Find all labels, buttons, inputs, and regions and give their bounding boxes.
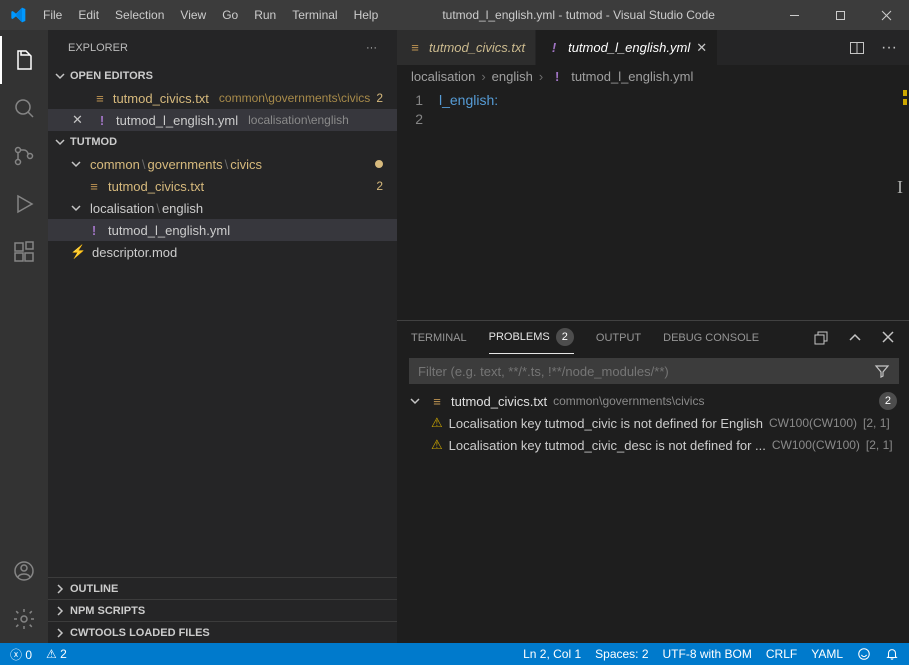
feedback-icon[interactable] — [857, 647, 871, 661]
tab-civics[interactable]: ≡ tutmod_civics.txt — [397, 30, 536, 65]
section-project[interactable]: TUTMOD — [48, 131, 397, 153]
problems-group[interactable]: ≡ tutmod_civics.txt common\governments\c… — [397, 390, 909, 412]
problems-count-badge: 2 — [556, 328, 574, 346]
tab-debug-console[interactable]: DEBUG CONSOLE — [663, 321, 759, 354]
close-icon[interactable]: ✕ — [696, 40, 707, 56]
file-icon: ≡ — [93, 91, 107, 106]
tab-terminal[interactable]: TERMINAL — [411, 321, 467, 354]
tree-file[interactable]: ⚡ descriptor.mod — [48, 241, 397, 263]
window-title: tutmod_l_english.yml - tutmod - Visual S… — [386, 8, 771, 22]
problem-item[interactable]: ⚠ Localisation key tutmod_civic is not d… — [397, 412, 909, 434]
menu-edit[interactable]: Edit — [70, 8, 107, 22]
status-position[interactable]: Ln 2, Col 1 — [523, 647, 581, 661]
tree-file[interactable]: ≡ tutmod_civics.txt 2 — [48, 175, 397, 197]
group-count-badge: 2 — [879, 392, 897, 410]
file-icon: ! — [549, 69, 565, 84]
run-debug-icon[interactable] — [0, 180, 48, 228]
filter-input[interactable] — [418, 364, 874, 379]
explorer-title: EXPLORER ··· — [48, 30, 397, 65]
extensions-icon[interactable] — [0, 228, 48, 276]
maximize-icon[interactable] — [817, 0, 863, 30]
status-eol[interactable]: CRLF — [766, 647, 797, 661]
accounts-icon[interactable] — [0, 547, 48, 595]
tab-english[interactable]: ! tutmod_l_english.yml ✕ — [536, 30, 718, 65]
bell-icon[interactable] — [885, 647, 899, 661]
file-icon: ≡ — [86, 179, 102, 194]
code-editor[interactable]: 12 l_english: I — [397, 87, 909, 320]
section-outline[interactable]: OUTLINE — [48, 577, 397, 599]
file-icon: ⚡ — [70, 244, 86, 260]
line-gutter: 12 — [397, 87, 439, 320]
menubar: File Edit Selection View Go Run Terminal… — [35, 8, 386, 22]
file-icon: ≡ — [407, 40, 423, 55]
open-editor-item[interactable]: ≡ tutmod_civics.txt common\governments\c… — [48, 87, 397, 109]
menu-file[interactable]: File — [35, 8, 70, 22]
file-icon: ! — [546, 40, 562, 55]
activity-bar — [0, 30, 48, 643]
status-encoding[interactable]: UTF-8 with BOM — [663, 647, 752, 661]
explorer-icon[interactable] — [0, 36, 48, 84]
status-errors[interactable]: ⓧ 0 — [10, 646, 32, 663]
menu-view[interactable]: View — [172, 8, 214, 22]
minimize-icon[interactable] — [771, 0, 817, 30]
file-icon: ! — [86, 223, 102, 238]
source-control-icon[interactable] — [0, 132, 48, 180]
settings-gear-icon[interactable] — [0, 595, 48, 643]
open-editor-item[interactable]: ✕ ! tutmod_l_english.yml localisation\en… — [48, 109, 397, 131]
breadcrumb[interactable]: localisation› english› ! tutmod_l_englis… — [397, 65, 909, 87]
vscode-logo-icon — [0, 7, 35, 23]
overview-ruler — [903, 87, 909, 108]
modified-dot-icon — [375, 160, 383, 168]
more-icon[interactable]: ··· — [881, 39, 897, 57]
tab-problems[interactable]: PROBLEMS 2 — [489, 321, 574, 354]
tab-output[interactable]: OUTPUT — [596, 321, 641, 354]
file-icon: ! — [94, 113, 110, 128]
section-open-editors[interactable]: OPEN EDITORS — [48, 65, 397, 87]
search-icon[interactable] — [0, 84, 48, 132]
menu-help[interactable]: Help — [346, 8, 387, 22]
status-language[interactable]: YAML — [811, 647, 843, 661]
collapse-all-icon[interactable] — [813, 330, 829, 346]
filter-icon[interactable] — [874, 363, 890, 379]
bottom-panel: TERMINAL PROBLEMS 2 OUTPUT DEBUG CONSOLE — [397, 320, 909, 643]
close-panel-icon[interactable] — [881, 330, 895, 346]
menu-selection[interactable]: Selection — [107, 8, 172, 22]
status-bar: ⓧ 0 ⚠ 2 Ln 2, Col 1 Spaces: 2 UTF-8 with… — [0, 643, 909, 665]
status-spaces[interactable]: Spaces: 2 — [595, 647, 648, 661]
status-warnings[interactable]: ⚠ 2 — [46, 647, 67, 661]
text-cursor-icon: I — [897, 177, 903, 198]
menu-run[interactable]: Run — [246, 8, 284, 22]
titlebar: File Edit Selection View Go Run Terminal… — [0, 0, 909, 30]
tree-file[interactable]: ! tutmod_l_english.yml — [48, 219, 397, 241]
problem-item[interactable]: ⚠ Localisation key tutmod_civic_desc is … — [397, 434, 909, 456]
modified-badge: 2 — [376, 179, 383, 193]
section-cwtools[interactable]: CWTOOLS LOADED FILES — [48, 621, 397, 643]
modified-badge: 2 — [376, 91, 383, 105]
warning-icon: ⚠ — [431, 437, 443, 453]
close-icon[interactable]: ✕ — [72, 112, 88, 128]
menu-terminal[interactable]: Terminal — [284, 8, 345, 22]
editor-tabs: ≡ tutmod_civics.txt ! tutmod_l_english.y… — [397, 30, 909, 65]
editor-area: ≡ tutmod_civics.txt ! tutmod_l_english.y… — [397, 30, 909, 643]
tree-folder[interactable]: localisation\english — [48, 197, 397, 219]
file-icon: ≡ — [429, 394, 445, 409]
menu-go[interactable]: Go — [214, 8, 246, 22]
section-npm[interactable]: NPM SCRIPTS — [48, 599, 397, 621]
explorer-sidebar: EXPLORER ··· OPEN EDITORS ≡ tutmod_civic… — [48, 30, 397, 643]
warning-icon: ⚠ — [431, 415, 443, 431]
tree-folder[interactable]: common\governments\civics — [48, 153, 397, 175]
split-editor-icon[interactable] — [849, 40, 865, 56]
chevron-up-icon[interactable] — [847, 330, 863, 346]
more-icon[interactable]: ··· — [366, 42, 377, 54]
problems-filter[interactable] — [409, 358, 899, 384]
close-icon[interactable] — [863, 0, 909, 30]
